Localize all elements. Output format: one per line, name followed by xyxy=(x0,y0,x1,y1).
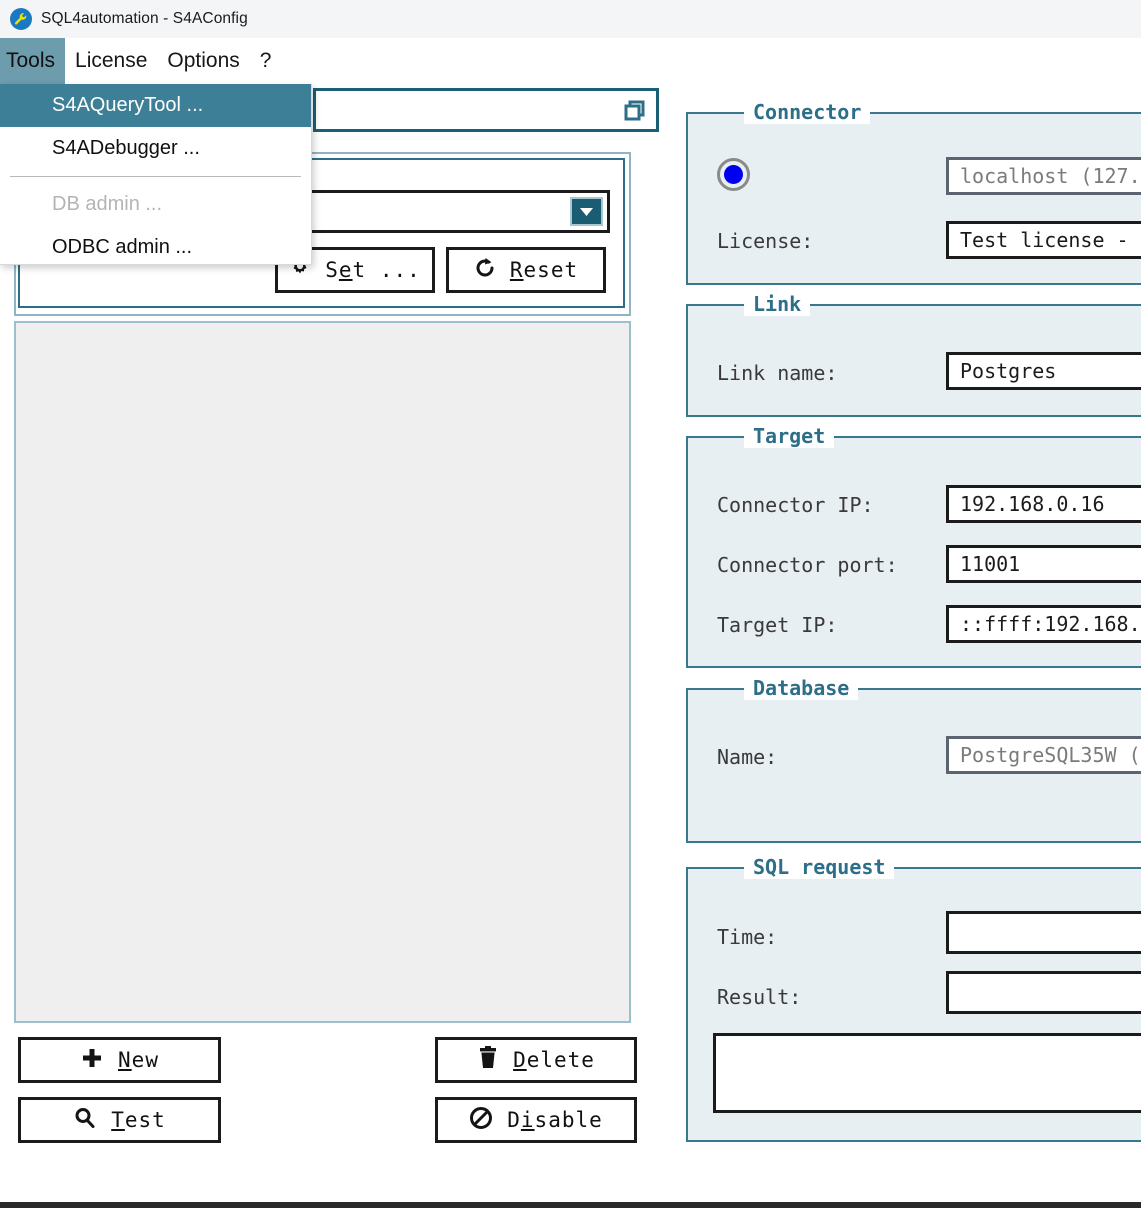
connection-summary-box xyxy=(313,88,659,132)
new-button[interactable]: New xyxy=(18,1037,221,1083)
target-connector-ip-label: Connector IP: xyxy=(717,493,874,517)
target-ip-label: Target IP: xyxy=(717,613,838,637)
menubar-item-help[interactable]: ? xyxy=(250,38,282,84)
target-connector-port-field[interactable]: 11001 xyxy=(946,545,1141,583)
target-connector-ip-field[interactable]: 192.168.0.16 xyxy=(946,485,1141,523)
window-titlebar: SQL4automation - S4AConfig xyxy=(0,0,1141,39)
menubar-item-options-label: Options xyxy=(167,49,240,72)
set-button-label: Set ... xyxy=(325,258,421,282)
reset-button-label: Reset xyxy=(509,258,579,282)
menu-item-s4aquerytool[interactable]: S4AQueryTool ... xyxy=(0,84,311,127)
wrench-icon xyxy=(10,8,32,30)
window-bottom-edge xyxy=(0,1202,1141,1208)
delete-button-label: Delete xyxy=(513,1048,595,1072)
connector-host-field[interactable]: localhost (127.0 xyxy=(946,157,1141,195)
reset-button[interactable]: Reset xyxy=(446,247,606,293)
menu-item-odbc-admin[interactable]: ODBC admin ... xyxy=(0,226,311,269)
menu-item-odbc-admin-label: ODBC admin ... xyxy=(52,236,193,258)
menu-item-db-admin: DB admin ... xyxy=(0,183,311,226)
sql-result-field[interactable] xyxy=(946,971,1141,1014)
test-button-label: Test xyxy=(111,1108,166,1132)
sql-time-field[interactable] xyxy=(946,911,1141,954)
disable-button-label: Disable xyxy=(507,1108,603,1132)
window-title: SQL4automation - S4AConfig xyxy=(41,10,248,27)
menu-item-s4adebugger[interactable]: S4ADebugger ... xyxy=(0,127,311,170)
sql-request-textarea[interactable] xyxy=(713,1033,1141,1113)
license-field[interactable]: Test license - 3 xyxy=(946,221,1141,259)
license-label: License: xyxy=(717,229,814,253)
new-button-label: New xyxy=(118,1048,159,1072)
ban-icon xyxy=(469,1106,493,1135)
menubar-item-license[interactable]: License xyxy=(65,38,157,84)
menu-item-db-admin-label: DB admin ... xyxy=(52,193,163,215)
link-name-field[interactable]: Postgres xyxy=(946,352,1141,390)
connector-group: Connector xyxy=(686,100,1141,285)
plus-icon xyxy=(80,1046,104,1075)
menubar-item-options[interactable]: Options xyxy=(157,38,249,84)
connection-list-panel[interactable] xyxy=(14,321,631,1023)
target-group-title: Target xyxy=(744,424,835,448)
test-button[interactable]: Test xyxy=(18,1097,221,1143)
menubar-item-tools-label: Tools xyxy=(6,49,56,72)
delete-button[interactable]: Delete xyxy=(435,1037,637,1083)
tools-dropdown-menu: S4AQueryTool ... S4ADebugger ... DB admi… xyxy=(0,84,312,265)
search-icon xyxy=(73,1106,97,1135)
disable-button[interactable]: Disable xyxy=(435,1097,637,1143)
target-connector-port-label: Connector port: xyxy=(717,553,898,577)
menubar-item-license-label: License xyxy=(75,49,148,72)
copy-icon[interactable] xyxy=(624,100,646,127)
sql-result-label: Result: xyxy=(717,985,802,1009)
target-ip-field[interactable]: ::ffff:192.168.0 xyxy=(946,605,1141,643)
menubar: Tools License Options ? xyxy=(0,38,1141,84)
database-name-field[interactable]: PostgreSQL35W (( xyxy=(946,736,1141,774)
menu-separator xyxy=(10,176,301,177)
database-name-label: Name: xyxy=(717,745,778,769)
menu-item-s4adebugger-label: S4ADebugger ... xyxy=(52,137,200,159)
sql-time-label: Time: xyxy=(717,925,778,949)
database-group-title: Database xyxy=(744,676,859,700)
menubar-item-tools[interactable]: Tools xyxy=(0,38,66,84)
sql-request-group-title: SQL request xyxy=(744,855,895,879)
link-name-label: Link name: xyxy=(717,361,838,385)
connector-radio[interactable] xyxy=(717,158,750,191)
menu-item-s4aquerytool-label: S4AQueryTool ... xyxy=(52,94,204,116)
link-group-title: Link xyxy=(744,292,811,316)
menubar-item-help-label: ? xyxy=(259,49,272,72)
connector-group-title: Connector xyxy=(744,100,871,124)
refresh-icon xyxy=(474,257,496,284)
trash-icon xyxy=(477,1045,499,1075)
chevron-down-icon[interactable] xyxy=(570,197,603,226)
